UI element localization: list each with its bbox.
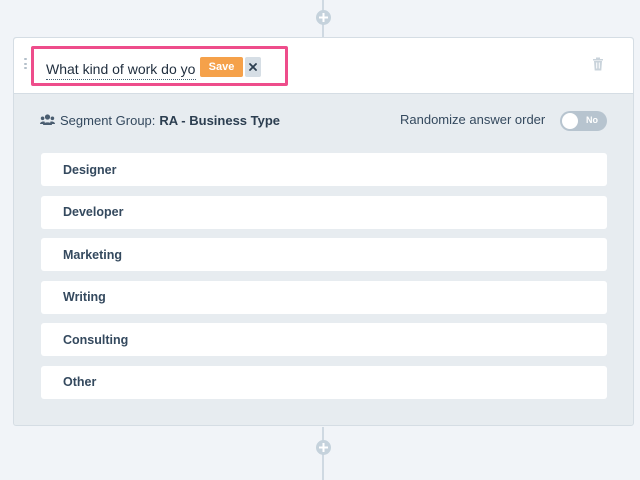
answer-option[interactable]: Other [41, 365, 607, 399]
answer-option[interactable]: Writing [41, 280, 607, 314]
plus-icon [319, 443, 328, 452]
toggle-knob [562, 113, 578, 129]
answer-option[interactable]: Consulting [41, 323, 607, 356]
question-title-input[interactable] [46, 58, 196, 80]
randomize-label: Randomize answer order [400, 112, 546, 127]
answer-list: Designer Developer Marketing Writing Con… [41, 153, 607, 408]
cancel-button[interactable] [245, 57, 261, 77]
drag-handle-icon[interactable] [24, 58, 27, 69]
question-edit-box: Save [31, 46, 288, 86]
answer-option[interactable]: Marketing [41, 238, 607, 271]
randomize-toggle[interactable]: No [560, 111, 607, 131]
users-icon [40, 114, 55, 126]
toggle-state-text: No [586, 115, 598, 125]
segment-group-value[interactable]: RA - Business Type [159, 113, 280, 128]
answer-option[interactable]: Developer [41, 195, 607, 229]
segment-group-label: Segment Group: [60, 112, 156, 128]
add-question-below-button[interactable] [316, 440, 331, 455]
question-header: Save [14, 38, 633, 94]
answer-option[interactable]: Designer [41, 153, 607, 186]
plus-icon [319, 13, 328, 22]
trash-icon[interactable] [592, 57, 604, 71]
save-button[interactable]: Save [200, 57, 243, 77]
close-icon [249, 63, 257, 71]
add-question-above-button[interactable] [316, 10, 331, 25]
segment-group-row: Segment Group: RA - Business Type [40, 112, 280, 128]
question-card: Save Segment Group [13, 37, 634, 426]
